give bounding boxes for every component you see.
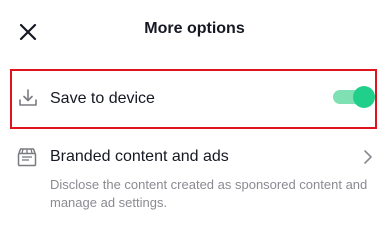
save-to-device-toggle[interactable] — [333, 86, 375, 108]
toggle-knob — [353, 86, 375, 108]
save-to-device-label: Save to device — [50, 90, 155, 107]
branded-content-description: Disclose the content created as sponsore… — [50, 177, 368, 210]
download-icon — [17, 87, 39, 109]
page-title: More options — [144, 20, 245, 37]
brand-icon — [16, 146, 38, 168]
header-bar: More options — [0, 0, 389, 60]
more-options-screen: More options Save to device Branded cont… — [0, 0, 389, 246]
chevron-right-icon — [361, 148, 375, 166]
branded-content-label: Branded content and ads — [50, 148, 229, 165]
